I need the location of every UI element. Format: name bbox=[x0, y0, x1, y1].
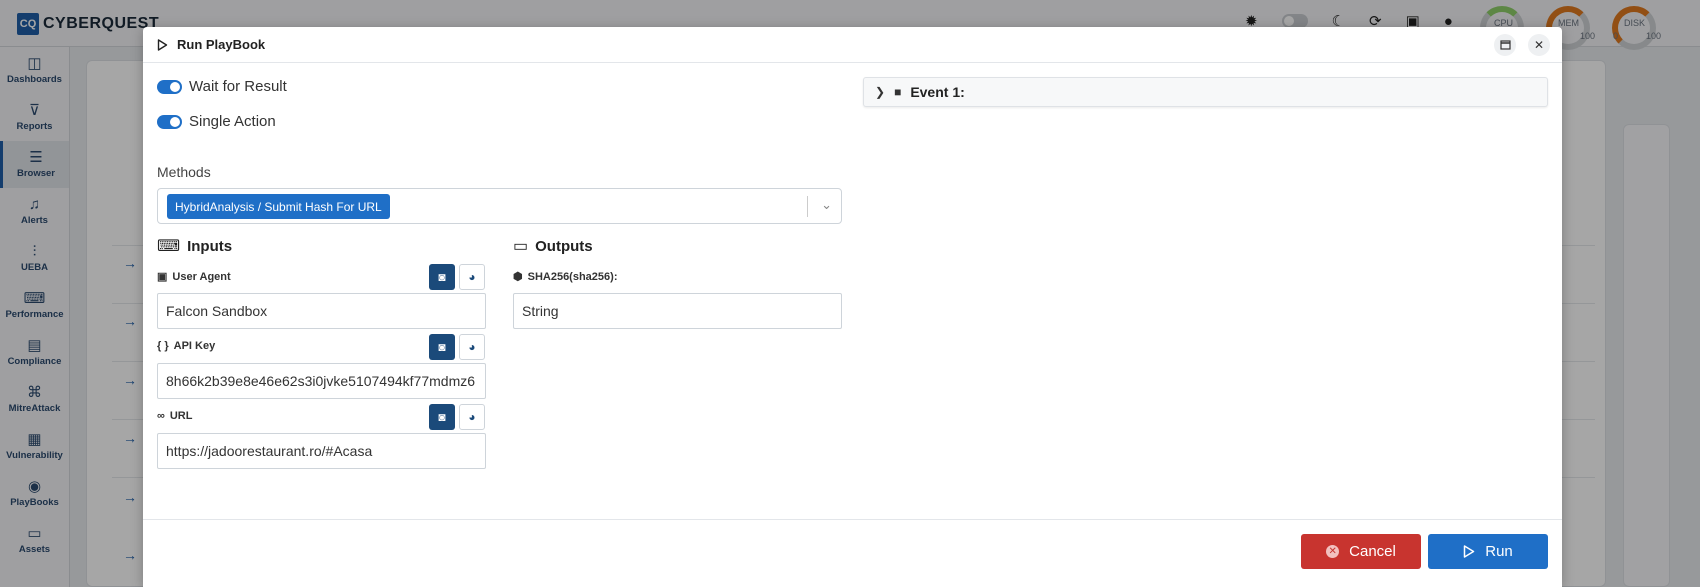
wait-for-result-toggle-row: Wait for Result bbox=[157, 78, 287, 95]
outputs-title: Outputs bbox=[535, 237, 593, 255]
play-icon bbox=[157, 38, 168, 51]
variable-icon: ◕ bbox=[468, 270, 476, 284]
single-action-toggle-row: Single Action bbox=[157, 113, 276, 130]
camera-icon: ◙ bbox=[438, 340, 446, 354]
user-agent-label-text: User Agent bbox=[172, 270, 231, 283]
run-playbook-modal: Run PlayBook ✕ Wait for Result Single Ac… bbox=[143, 27, 1562, 587]
methods-label: Methods bbox=[157, 164, 211, 180]
inputs-title: Inputs bbox=[187, 237, 233, 255]
url-camera-button[interactable]: ◙ bbox=[429, 404, 455, 430]
id-card-icon: ▣ bbox=[157, 271, 168, 283]
url-label: ∞ URL bbox=[157, 410, 192, 422]
run-button[interactable]: Run bbox=[1428, 534, 1548, 569]
run-button-label: Run bbox=[1485, 543, 1513, 560]
camera-icon: ◙ bbox=[438, 270, 446, 284]
wait-for-result-switch[interactable] bbox=[157, 79, 182, 94]
modal-footer: ✕ Cancel Run bbox=[143, 519, 1562, 587]
outputs-heading: ▭ Outputs bbox=[513, 236, 593, 256]
chevron-down-icon[interactable]: ⌄ bbox=[821, 197, 832, 213]
cancel-circle-icon: ✕ bbox=[1326, 545, 1340, 558]
modal-title: Run PlayBook bbox=[177, 37, 266, 52]
maximize-button[interactable] bbox=[1494, 34, 1516, 56]
user-agent-variable-button[interactable]: ◕ bbox=[459, 264, 485, 290]
play-icon bbox=[1463, 545, 1475, 558]
methods-select[interactable]: HybridAnalysis / Submit Hash For URL ⌄ bbox=[157, 188, 842, 224]
cancel-button[interactable]: ✕ Cancel bbox=[1301, 534, 1421, 569]
camera-icon: ◙ bbox=[438, 410, 446, 424]
maximize-icon bbox=[1499, 40, 1511, 50]
user-agent-camera-button[interactable]: ◙ bbox=[429, 264, 455, 290]
url-input[interactable]: https://jadoorestaurant.ro/#Acasa bbox=[157, 433, 486, 469]
close-icon: ✕ bbox=[1533, 38, 1545, 52]
cube-icon: ⬢ bbox=[513, 271, 523, 283]
event-accordion[interactable]: ❯ ■ Event 1: bbox=[863, 77, 1548, 107]
variable-icon: ◕ bbox=[468, 340, 476, 354]
keyboard-icon: ⌨ bbox=[157, 238, 181, 255]
braces-icon: { } bbox=[157, 340, 169, 352]
method-chip[interactable]: HybridAnalysis / Submit Hash For URL bbox=[167, 194, 390, 219]
wait-for-result-label: Wait for Result bbox=[189, 78, 287, 95]
api-key-label: { } API Key bbox=[157, 340, 215, 352]
monitor-icon: ▭ bbox=[513, 238, 529, 255]
api-key-label-text: API Key bbox=[173, 340, 216, 352]
sha256-output[interactable]: String bbox=[513, 293, 842, 329]
close-button[interactable]: ✕ bbox=[1528, 34, 1550, 56]
single-action-label: Single Action bbox=[189, 113, 276, 130]
sha256-label-text: SHA256(sha256): bbox=[527, 270, 618, 283]
select-separator bbox=[807, 196, 808, 217]
user-agent-input[interactable]: Falcon Sandbox bbox=[157, 293, 486, 329]
url-label-text: URL bbox=[169, 410, 193, 422]
folder-icon: ■ bbox=[894, 85, 902, 99]
modal-header: Run PlayBook ✕ bbox=[143, 27, 1562, 63]
url-variable-button[interactable]: ◕ bbox=[459, 404, 485, 430]
event-label: Event 1: bbox=[910, 84, 965, 100]
api-key-camera-button[interactable]: ◙ bbox=[429, 334, 455, 360]
user-agent-label: ▣ User Agent bbox=[157, 270, 231, 284]
sha256-label: ⬢ SHA256(sha256): bbox=[513, 270, 618, 284]
cancel-button-label: Cancel bbox=[1349, 543, 1396, 560]
inputs-heading: ⌨ Inputs bbox=[157, 236, 232, 256]
api-key-input[interactable]: 8h66k2b39e8e46e62s3i0jvke5107494kf77mdmz… bbox=[157, 363, 486, 399]
link-icon: ∞ bbox=[157, 410, 165, 422]
chevron-right-icon: ❯ bbox=[875, 85, 886, 99]
api-key-variable-button[interactable]: ◕ bbox=[459, 334, 485, 360]
variable-icon: ◕ bbox=[468, 410, 476, 424]
single-action-switch[interactable] bbox=[157, 114, 182, 129]
